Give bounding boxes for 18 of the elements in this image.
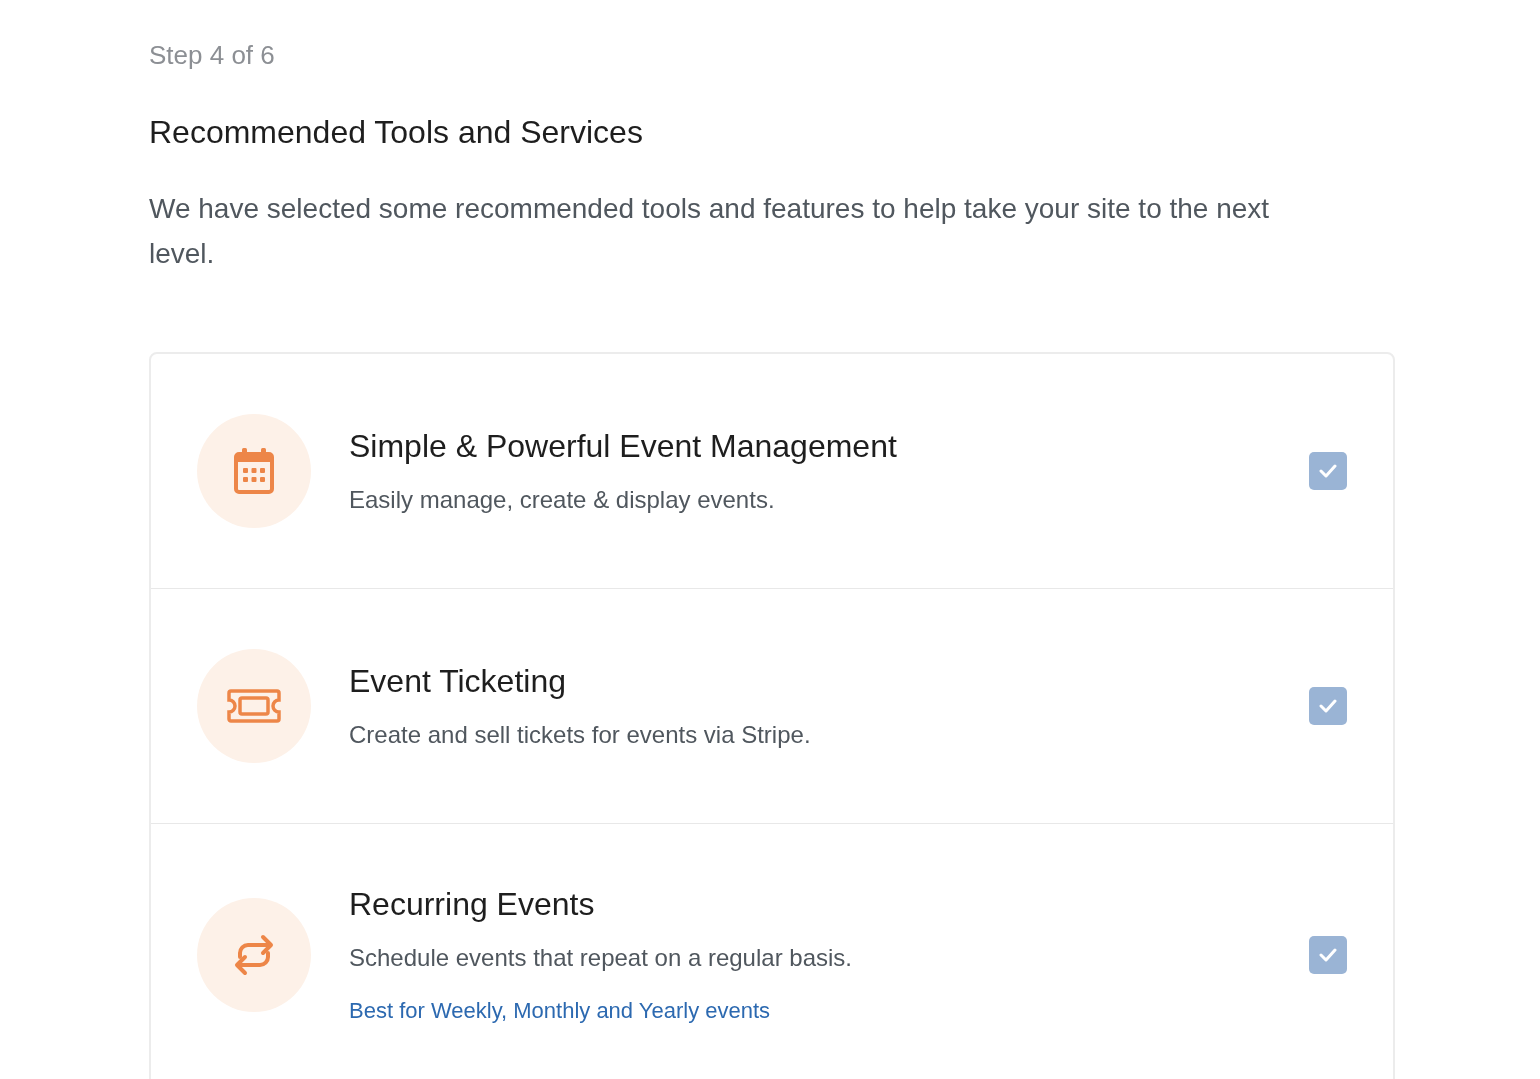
checkmark-icon xyxy=(1319,699,1337,713)
checkmark-icon xyxy=(1319,464,1337,478)
feature-title: Simple & Powerful Event Management xyxy=(349,426,898,466)
feature-note: Best for Weekly, Monthly and Yearly events xyxy=(349,997,771,1025)
feature-description: Create and sell tickets for events via Stripe. xyxy=(349,719,812,750)
feature-description: Schedule events that repeat on a regular basis. xyxy=(349,943,853,973)
feature-checkbox[interactable] xyxy=(1309,452,1347,490)
calendar-icon xyxy=(233,447,275,495)
step-indicator: Step 4 of 6 xyxy=(149,39,276,72)
feature-title: Recurring Events xyxy=(349,885,596,924)
ticket-icon xyxy=(227,688,281,724)
feature-checkbox[interactable] xyxy=(1309,936,1347,974)
page-heading: Recommended Tools and Services xyxy=(149,113,644,152)
intro-text: We have selected some recommended tools and features to help take your site to the next level. xyxy=(149,192,1271,271)
feature-checkbox[interactable] xyxy=(1309,687,1347,725)
feature-title: Event Ticketing xyxy=(349,661,567,701)
checkmark-icon xyxy=(1319,948,1337,962)
feature-description: Easily manage, create & display events. xyxy=(349,484,776,515)
